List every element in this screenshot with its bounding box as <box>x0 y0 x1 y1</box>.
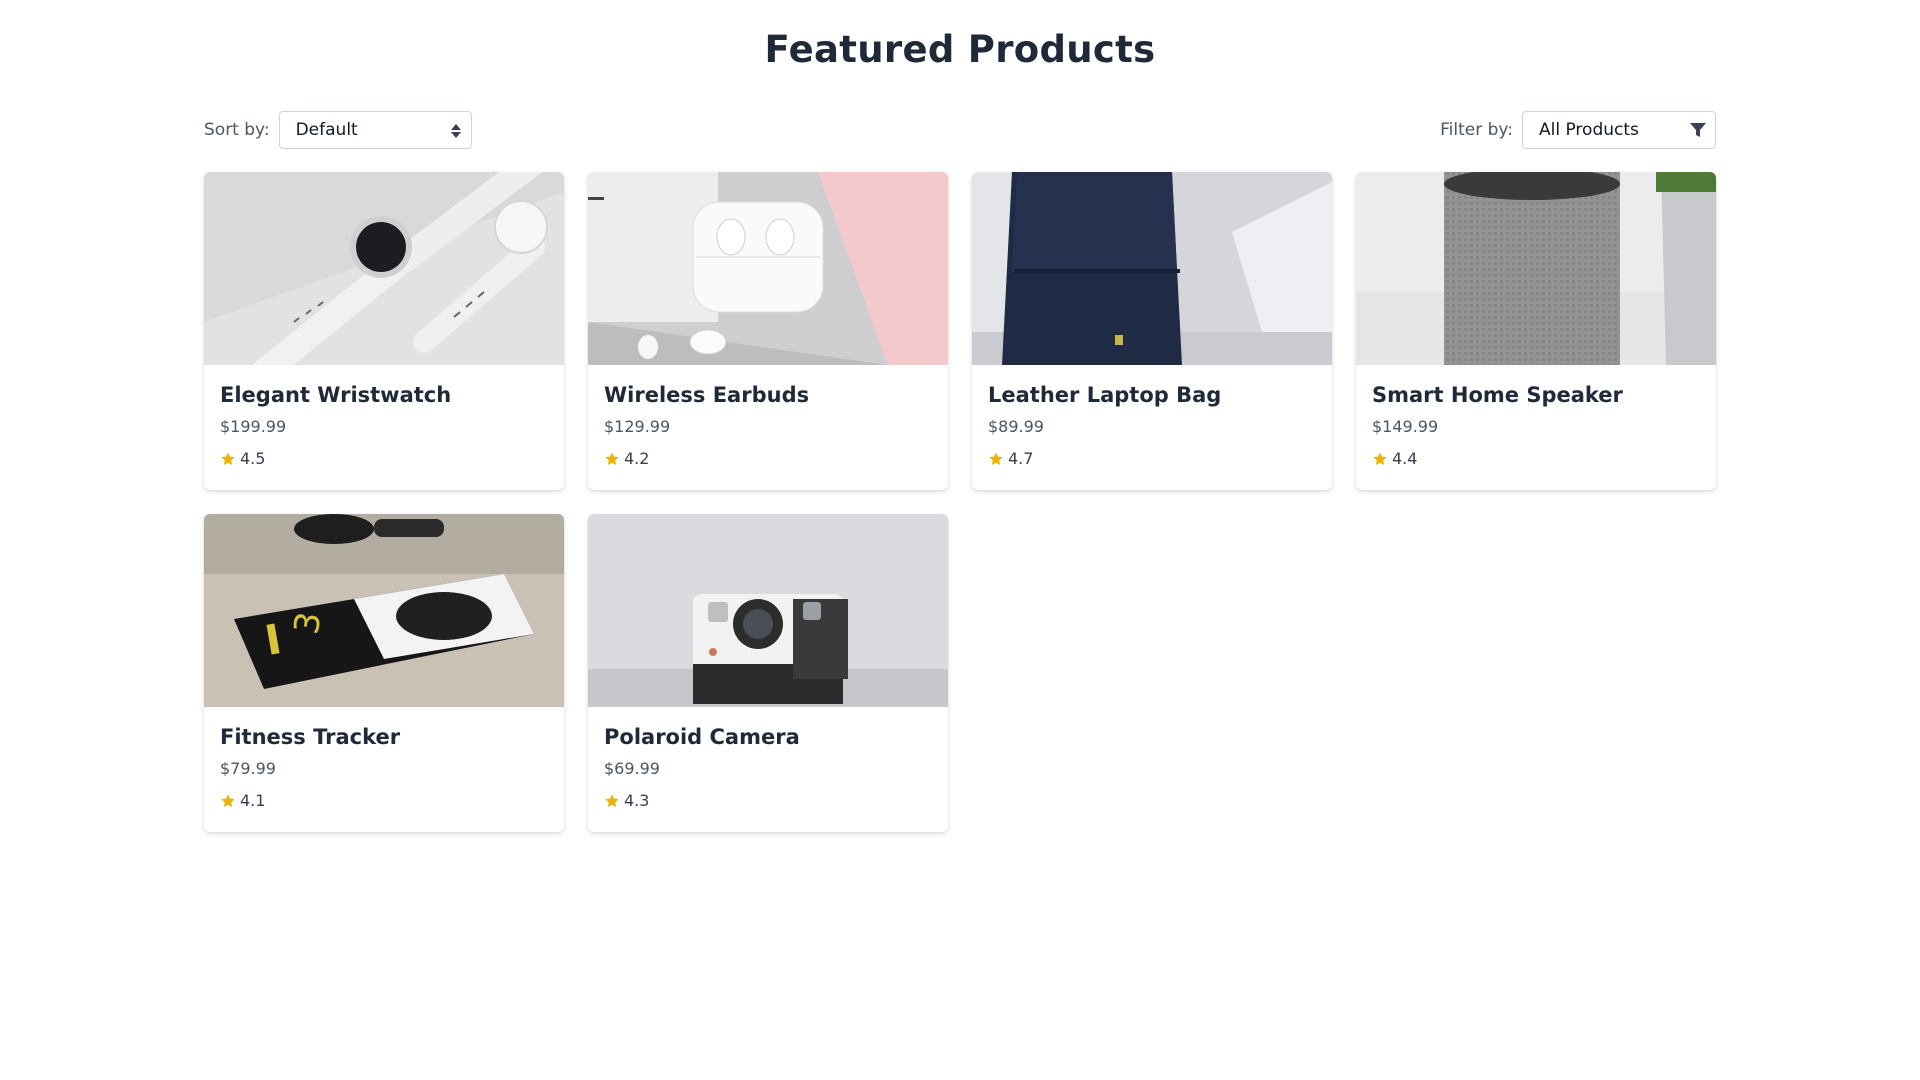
star-icon <box>989 451 1003 465</box>
product-name[interactable]: Wireless Earbuds <box>604 381 932 409</box>
star-icon <box>221 451 235 465</box>
product-name[interactable]: Fitness Tracker <box>220 723 548 751</box>
sort-label: Sort by: <box>204 120 270 140</box>
product-rating: 4.5 <box>220 449 548 468</box>
rating-value: 4.5 <box>240 449 266 468</box>
sort-control: Sort by: Default <box>204 111 472 149</box>
product-price: $79.99 <box>220 759 276 778</box>
star-icon <box>1373 451 1387 465</box>
product-name[interactable]: Polaroid Camera <box>604 723 932 751</box>
product-card[interactable]: Wireless Earbuds $129.99 4.2 <box>588 172 948 490</box>
instant-camera-photo <box>588 514 948 707</box>
star-icon <box>605 451 619 465</box>
toolbar: Sort by: Default Filter by: All Products <box>204 110 1716 150</box>
star-icon <box>605 793 619 807</box>
rating-value: 4.7 <box>1008 449 1034 468</box>
star-icon <box>221 793 235 807</box>
product-rating: 4.3 <box>604 791 932 810</box>
product-name[interactable]: Leather Laptop Bag <box>988 381 1316 409</box>
sort-select[interactable]: Default <box>278 111 472 149</box>
earbuds-photo <box>588 172 948 365</box>
product-price: $199.99 <box>220 417 287 436</box>
filter-select[interactable]: All Products <box>1522 111 1716 149</box>
product-card[interactable]: Elegant Wristwatch $199.99 4.5 <box>204 172 564 490</box>
filter-control: Filter by: All Products <box>1440 111 1716 149</box>
product-price: $129.99 <box>604 417 671 436</box>
product-card[interactable]: 3 Fitness Tracker $79.99 4.1 <box>204 514 564 832</box>
rating-value: 4.1 <box>240 791 266 810</box>
product-name[interactable]: Smart Home Speaker <box>1372 381 1700 409</box>
product-rating: 4.4 <box>1372 449 1700 468</box>
rating-value: 4.4 <box>1392 449 1418 468</box>
page-title: Featured Products <box>764 28 1156 71</box>
product-card[interactable]: Smart Home Speaker $149.99 4.4 <box>1356 172 1716 490</box>
filter-label: Filter by: <box>1440 120 1513 140</box>
product-card[interactable]: Leather Laptop Bag $89.99 4.7 <box>972 172 1332 490</box>
fitness-tracker-photo: 3 <box>204 514 564 707</box>
rating-value: 4.2 <box>624 449 650 468</box>
product-price: $149.99 <box>1372 417 1439 436</box>
product-price: $69.99 <box>604 759 660 778</box>
page: Featured Products Sort by: Default Filte… <box>204 0 1716 832</box>
smart-speaker-photo <box>1356 172 1716 365</box>
filter-select-value: All Products <box>1539 120 1639 140</box>
rating-value: 4.3 <box>624 791 650 810</box>
product-card[interactable]: Polaroid Camera $69.99 4.3 <box>588 514 948 832</box>
filter-icon <box>1690 123 1706 137</box>
product-rating: 4.1 <box>220 791 548 810</box>
select-arrows-icon <box>450 123 461 139</box>
smartwatch-photo <box>204 172 564 365</box>
backpack-photo <box>972 172 1332 365</box>
product-rating: 4.7 <box>988 449 1316 468</box>
sort-select-value: Default <box>295 120 358 140</box>
product-rating: 4.2 <box>604 449 932 468</box>
product-grid: Elegant Wristwatch $199.99 4.5 Wireless … <box>204 172 1716 832</box>
product-price: $89.99 <box>988 417 1044 436</box>
product-name[interactable]: Elegant Wristwatch <box>220 381 548 409</box>
